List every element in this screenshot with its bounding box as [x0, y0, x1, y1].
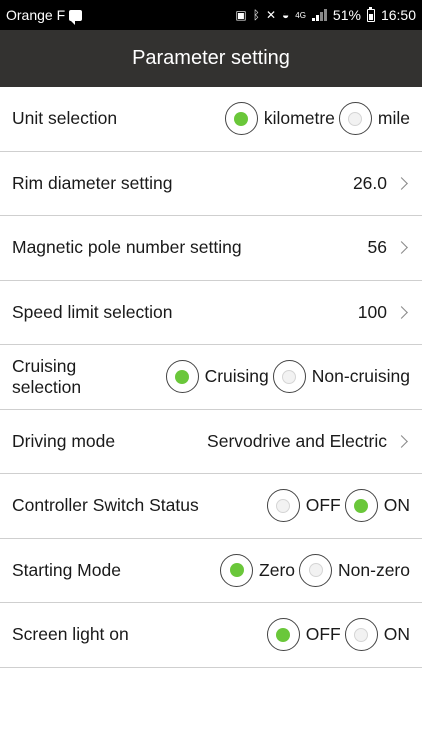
network-type: 4G — [295, 10, 306, 20]
non-zero-label: Non-zero — [338, 559, 410, 580]
controller-off-option[interactable]: OFF — [266, 489, 341, 523]
rim-diameter-label: Rim diameter setting — [12, 172, 173, 193]
cruising-selection-label: Cruising selection — [12, 355, 82, 397]
cruising-option[interactable]: Cruising — [165, 360, 269, 394]
controller-off-label: OFF — [305, 495, 341, 516]
controller-switch-label: Controller Switch Status — [12, 495, 199, 516]
rim-diameter-value: 26.0 — [352, 172, 387, 193]
page-title: Parameter setting — [132, 47, 290, 69]
starting-mode-row: Starting Mode Zero Non-zero — [0, 539, 422, 603]
controller-on-radio[interactable] — [344, 489, 378, 523]
wifi-icon: ◒ — [282, 8, 290, 22]
speed-limit-label: Speed limit selection — [12, 301, 173, 322]
carrier-name: Orange F — [6, 7, 66, 23]
battery-icon — [366, 6, 375, 22]
screen-light-off-label: OFF — [305, 624, 341, 645]
status-right: ▣ ᛒ ✕ ◒ 4G 51% 16:50 — [235, 6, 416, 23]
status-left: Orange F — [6, 7, 83, 25]
speed-limit-row[interactable]: Speed limit selection 100 — [0, 281, 422, 345]
unit-kilometre-option[interactable]: kilometre — [224, 102, 335, 136]
starting-mode-label: Starting Mode — [12, 559, 121, 580]
message-icon — [69, 9, 83, 25]
battery-percent: 51% — [332, 7, 361, 23]
magnetic-pole-label: Magnetic pole number setting — [12, 237, 242, 258]
chevron-right-icon — [395, 241, 408, 255]
controller-switch-row: Controller Switch Status OFF ON — [0, 474, 422, 539]
status-bar: Orange F ▣ ᛒ ✕ ◒ 4G 51% 16:50 — [0, 0, 422, 30]
signal-icon — [311, 9, 327, 21]
settings-list: Unit selection kilometre mile Rim diamet… — [0, 87, 422, 668]
non-cruising-option-label: Non-cruising — [311, 366, 410, 387]
chevron-right-icon — [395, 176, 408, 190]
screen-light-row: Screen light on OFF ON — [0, 603, 422, 668]
zero-label: Zero — [259, 559, 296, 580]
cruising-option-label: Cruising — [204, 366, 269, 387]
unit-mile-option[interactable]: mile — [338, 102, 410, 136]
magnetic-pole-row[interactable]: Magnetic pole number setting 56 — [0, 216, 422, 281]
non-zero-radio[interactable] — [299, 553, 333, 587]
unit-selection-row: Unit selection kilometre mile — [0, 87, 422, 152]
magnetic-pole-value: 56 — [367, 237, 387, 258]
screen-light-on-radio[interactable] — [344, 618, 378, 652]
screen-light-off-radio[interactable] — [266, 618, 300, 652]
cruising-radio[interactable] — [165, 360, 199, 394]
screen-light-label: Screen light on — [12, 624, 129, 645]
unit-selection-label: Unit selection — [12, 108, 118, 129]
mile-radio[interactable] — [338, 102, 372, 136]
kilometre-radio[interactable] — [224, 102, 258, 136]
title-bar: Parameter setting — [0, 30, 422, 87]
bluetooth-icon: ᛒ — [252, 8, 260, 22]
non-cruising-radio[interactable] — [272, 360, 306, 394]
screen-light-on-option[interactable]: ON — [344, 618, 410, 652]
chevron-right-icon — [395, 305, 408, 319]
mile-label: mile — [377, 108, 410, 129]
starting-zero-option[interactable]: Zero — [220, 553, 296, 587]
clock: 16:50 — [380, 7, 416, 23]
controller-on-label: ON — [383, 495, 410, 516]
screen-light-off-option[interactable]: OFF — [266, 618, 341, 652]
photo-notification-icon: ▣ — [235, 8, 247, 22]
chevron-right-icon — [395, 434, 408, 448]
speed-limit-value: 100 — [357, 301, 387, 322]
controller-off-radio[interactable] — [266, 489, 300, 523]
driving-mode-label: Driving mode — [12, 430, 116, 451]
kilometre-label: kilometre — [263, 108, 335, 129]
screen-light-on-label: ON — [383, 624, 410, 645]
zero-radio[interactable] — [220, 553, 254, 587]
driving-mode-value: Servodrive and Electric — [207, 430, 387, 451]
controller-on-option[interactable]: ON — [344, 489, 410, 523]
cruising-selection-row: Cruising selection Cruising Non-cruising — [0, 345, 422, 410]
rim-diameter-row[interactable]: Rim diameter setting 26.0 — [0, 152, 422, 216]
starting-non-zero-option[interactable]: Non-zero — [299, 553, 410, 587]
mute-icon: ✕ — [265, 8, 276, 22]
driving-mode-row[interactable]: Driving mode Servodrive and Electric — [0, 410, 422, 474]
non-cruising-option[interactable]: Non-cruising — [272, 360, 410, 394]
